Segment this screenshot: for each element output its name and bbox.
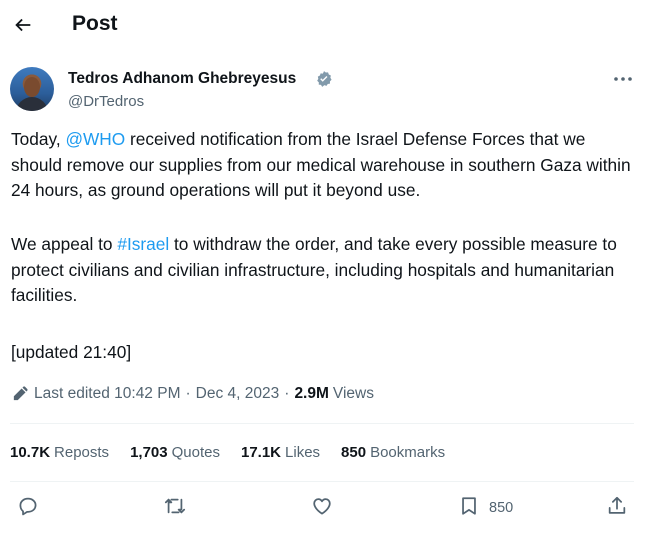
- repost-icon: [164, 495, 186, 522]
- bookmark-count: 850: [489, 500, 514, 516]
- author-name[interactable]: Tedros Adhanom Ghebreyesus: [68, 70, 296, 88]
- views-label: Views: [332, 385, 374, 402]
- bookmarks-stat[interactable]: 850 Bookmarks: [341, 444, 445, 461]
- post-paragraph-1: Today, @WHO received notification from t…: [11, 127, 641, 204]
- bookmark-button[interactable]: 850: [458, 496, 513, 520]
- quotes-stat[interactable]: 1,703 Quotes: [130, 444, 220, 461]
- stat-label: Bookmarks: [370, 443, 446, 461]
- divider: [10, 423, 634, 424]
- divider: [10, 481, 634, 482]
- reposts-stat[interactable]: 10.7K Reposts: [10, 444, 109, 461]
- last-edited-link[interactable]: Last edited 10:42 PM: [34, 385, 181, 403]
- avatar[interactable]: [10, 67, 54, 111]
- bookmark-icon: [458, 495, 480, 522]
- back-arrow-icon[interactable]: [12, 14, 34, 36]
- repost-button[interactable]: [164, 496, 186, 520]
- meta-separator: ·: [284, 385, 290, 402]
- post-text: Today,: [11, 129, 66, 149]
- post-paragraph-3: [updated 21:40]: [11, 342, 132, 362]
- share-icon: [606, 495, 628, 522]
- like-button[interactable]: [311, 496, 333, 520]
- meta-separator: ·: [185, 385, 191, 402]
- likes-stat[interactable]: 17.1K Likes: [241, 444, 320, 461]
- page-title: Post: [72, 12, 118, 35]
- stat-label: Reposts: [54, 443, 110, 461]
- stat-number: 1,703: [130, 443, 168, 461]
- pencil-icon[interactable]: [11, 385, 29, 403]
- share-button[interactable]: [606, 496, 628, 520]
- more-options-icon[interactable]: [612, 71, 634, 87]
- stat-label: Likes: [285, 443, 321, 461]
- post-meta-row: Last edited 10:42 PM · Dec 4, 2023 · 2.9…: [11, 383, 374, 405]
- post-paragraph-2: We appeal to #Israel to withdraw the ord…: [11, 232, 641, 309]
- post-text: We appeal to: [11, 234, 118, 254]
- views-count: 2.9M: [294, 385, 329, 402]
- like-icon: [311, 495, 333, 522]
- top-bar: Post: [0, 0, 657, 52]
- reply-button[interactable]: [17, 496, 39, 520]
- post-date[interactable]: Dec 4, 2023: [196, 385, 280, 403]
- mention-link[interactable]: @WHO: [65, 129, 125, 149]
- author-handle[interactable]: @DrTedros: [68, 93, 144, 110]
- stat-number: 10.7K: [10, 443, 51, 461]
- stat-label: Quotes: [171, 443, 220, 461]
- stat-number: 17.1K: [240, 443, 282, 461]
- engagement-stats: 10.7K Reposts 1,703 Quotes 17.1K Likes 850 B…: [10, 441, 466, 463]
- reply-icon: [17, 495, 39, 522]
- verified-badge-icon: [315, 70, 333, 88]
- hashtag-link[interactable]: #Israel: [117, 234, 169, 254]
- stat-number: 850: [341, 443, 367, 461]
